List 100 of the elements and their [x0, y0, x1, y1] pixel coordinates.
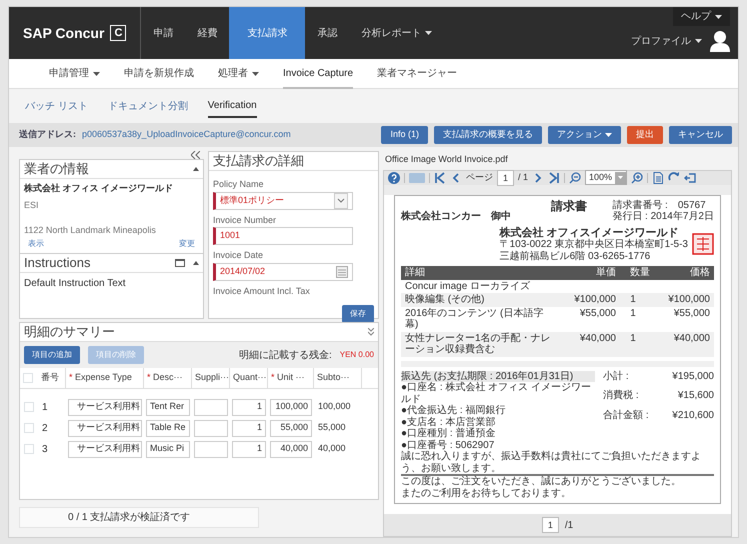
refresh-icon[interactable] [668, 172, 680, 184]
action-button[interactable]: アクション [548, 126, 621, 144]
collapse-icon[interactable] [191, 151, 200, 159]
expand-icon[interactable] [368, 328, 374, 336]
closing-note: この度は、ご注文をいただき、誠にありがとうございました。 [401, 476, 682, 488]
help-menu[interactable]: ヘルプ [673, 7, 730, 26]
input-field[interactable]: 1001 [213, 227, 353, 245]
collapse-icon[interactable] [193, 167, 199, 171]
input-field[interactable]: 40,000 [270, 440, 312, 458]
issuer-address: 〒103-0022 東京都中央区日本橋室町1-5-3 [500, 239, 688, 250]
window-icon[interactable] [175, 258, 185, 266]
input-field[interactable]: サービス利用料 [68, 440, 142, 458]
zoom-out-icon[interactable] [569, 172, 582, 184]
calendar-icon[interactable] [336, 266, 348, 278]
field-label: Invoice Date [213, 249, 264, 262]
collapse-icon[interactable] [193, 260, 199, 264]
field-label: Invoice Number [213, 214, 278, 226]
help-icon[interactable] [388, 172, 400, 184]
add-button[interactable]: 項目の追加 [24, 346, 80, 364]
thumbnail-icon[interactable] [409, 172, 425, 182]
page-field[interactable]: 1 [497, 170, 514, 186]
document-icon[interactable] [652, 172, 664, 184]
amount: ¥40,000 [672, 332, 710, 346]
subnav-link[interactable]: 業者マネージャー [377, 58, 458, 88]
input-field[interactable]: 55,000 [270, 420, 312, 436]
input-field[interactable] [194, 440, 228, 458]
input-field[interactable]: サービス利用料 [68, 420, 142, 436]
action-button[interactable]: キャンセル [669, 126, 732, 144]
input-field[interactable]: Tent Rer [146, 398, 190, 416]
bank-detail: ●口座番号 : 5062907 [401, 440, 496, 451]
page-label: ページ [466, 170, 493, 184]
last-page-icon[interactable] [548, 172, 560, 184]
total-label: 消費税 : [603, 390, 639, 402]
column-header: * Unit ··· [271, 371, 305, 384]
tab[interactable]: Verification [208, 94, 257, 118]
subnav-link[interactable]: 申請管理 [49, 58, 100, 88]
field-label: Policy Name [213, 178, 265, 191]
first-page-icon[interactable] [434, 172, 446, 184]
link[interactable]: 変更 [179, 238, 195, 250]
dropdown-field[interactable]: 標準01ポリシー [213, 192, 353, 210]
nav-tab[interactable]: 経費 [185, 7, 230, 59]
input-field[interactable]: 100,000 [270, 398, 312, 416]
zoom-select[interactable]: 100% [585, 170, 628, 186]
checkbox[interactable] [24, 402, 34, 412]
vendor-name: 株式会社 オフィス イメージワールド [24, 182, 174, 195]
input-field[interactable]: 1 [232, 420, 266, 436]
input-field[interactable]: サービス利用料 [68, 398, 142, 416]
input-field[interactable]: Music Pi [146, 440, 190, 458]
nav-tab[interactable]: 承認 [305, 7, 350, 59]
subnav-link[interactable]: Invoice Capture [283, 58, 354, 88]
row-number: 1 [42, 400, 48, 414]
email-address: p0060537a38y_UploadInvoiceCapture@concur.com [82, 128, 291, 142]
input-field[interactable] [194, 420, 228, 436]
nav-tab[interactable]: 支払請求 [229, 7, 306, 59]
row-number: 2 [42, 422, 48, 436]
logo-text: SAP Concur [23, 24, 104, 42]
zoom-in-icon[interactable] [631, 172, 644, 184]
logo-mark: C [110, 25, 126, 41]
tab[interactable]: ドキュメント分割 [108, 96, 188, 116]
table-header: 単価 [595, 267, 616, 279]
profile-menu[interactable]: プロファイル [631, 34, 702, 48]
subnav-link[interactable]: 申請を新規作成 [124, 58, 194, 88]
table-header: 価格 [689, 267, 710, 279]
caret-icon [695, 39, 702, 43]
remaining-amount: YEN 0.00 [340, 349, 374, 361]
unit-price: ¥55,000 [578, 308, 616, 321]
input-field[interactable]: 1 [232, 398, 266, 416]
action-button[interactable]: Info (1) [381, 126, 428, 144]
panel-title: 明細のサマリー [24, 323, 115, 341]
input-field[interactable]: Table Re [146, 420, 190, 436]
subtotal-text: 55,000 [317, 421, 347, 434]
link[interactable]: 表示 [28, 238, 44, 250]
instruction-text: Default Instruction Text [23, 276, 127, 290]
checkbox[interactable] [23, 372, 33, 383]
remaining-label: 明細に記載する残金: [238, 348, 332, 362]
line-item: 2016年のコンテンツ (日本語字幕) [405, 308, 544, 331]
dropdown-icon[interactable] [334, 192, 348, 208]
caret-icon [715, 14, 722, 18]
action-button[interactable]: 支払請求の概要を見る [434, 126, 542, 144]
line-item: 女性ナレーター1名の手配・ナレーション収録費含む [405, 332, 552, 356]
fit-page-icon[interactable] [684, 172, 696, 184]
nav-tab[interactable]: 申請 [141, 7, 186, 59]
page-field[interactable]: 1 [542, 517, 559, 533]
subnav-link[interactable]: 処理者 [218, 58, 259, 88]
input-field[interactable] [194, 398, 228, 416]
line-item: 映像編集 (その他) [405, 294, 486, 306]
bank-detail: ●口座種別 : 普通預金 [401, 428, 496, 440]
action-button[interactable]: 提出 [627, 126, 663, 144]
nav-tab[interactable]: 分析レポート [349, 7, 444, 59]
checkbox[interactable] [24, 444, 34, 454]
checkbox[interactable] [24, 423, 34, 433]
quantity: 1 [629, 308, 637, 321]
panel-title: 業者の情報 [24, 160, 89, 178]
column-header: Subto··· [317, 371, 350, 384]
input-field[interactable]: 2014/07/02 [213, 262, 353, 280]
save-button[interactable]: 保存 [342, 305, 374, 323]
vendor-code: ESI [24, 198, 40, 212]
tab[interactable]: バッチ リスト [25, 96, 88, 116]
input-field[interactable]: 1 [232, 440, 266, 458]
column-header: Suppli··· [195, 371, 230, 384]
